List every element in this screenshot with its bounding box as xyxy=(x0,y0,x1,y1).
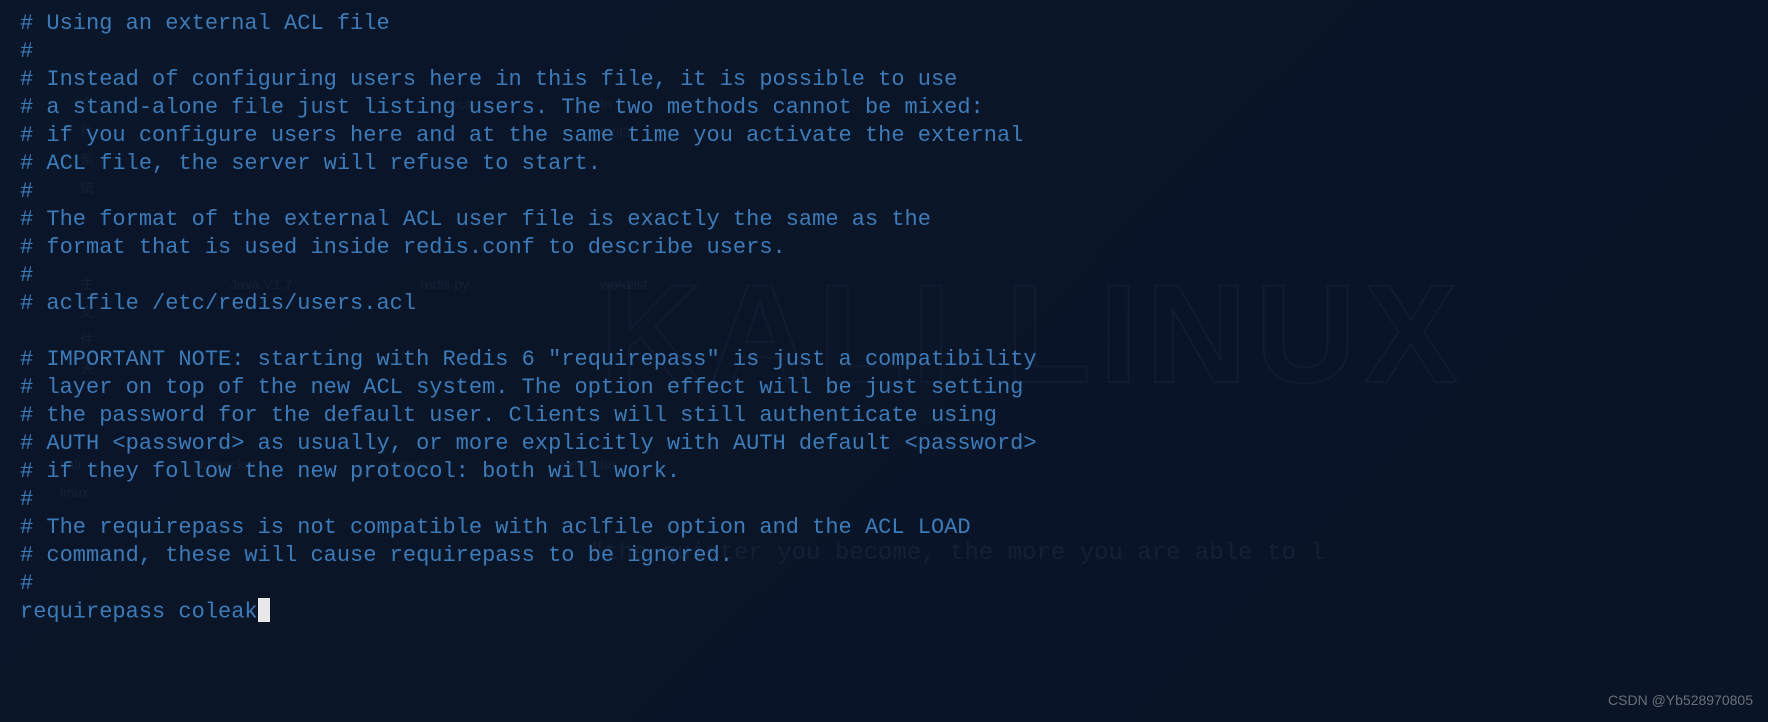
code-line: # xyxy=(20,262,1748,290)
text-cursor xyxy=(258,598,270,622)
code-line: # AUTH <password> as usually, or more ex… xyxy=(20,430,1748,458)
code-line: # layer on top of the new ACL system. Th… xyxy=(20,374,1748,402)
code-line-with-cursor: requirepass coleak xyxy=(20,598,1748,626)
code-line: # if they follow the new protocol: both … xyxy=(20,458,1748,486)
text-editor-viewport[interactable]: # Using an external ACL file # # Instead… xyxy=(0,0,1768,722)
code-line: # The requirepass is not compatible with… xyxy=(20,514,1748,542)
code-line: # Using an external ACL file xyxy=(20,10,1748,38)
code-line: # if you configure users here and at the… xyxy=(20,122,1748,150)
code-line: # ACL file, the server will refuse to st… xyxy=(20,150,1748,178)
code-line: # xyxy=(20,38,1748,66)
blank-line xyxy=(20,318,1748,346)
code-line: # the password for the default user. Cli… xyxy=(20,402,1748,430)
code-line: # command, these will cause requirepass … xyxy=(20,542,1748,570)
code-line: # format that is used inside redis.conf … xyxy=(20,234,1748,262)
code-line: # a stand-alone file just listing users.… xyxy=(20,94,1748,122)
code-line: # xyxy=(20,486,1748,514)
watermark-text: CSDN @Yb528970805 xyxy=(1608,686,1753,714)
code-line: # xyxy=(20,178,1748,206)
code-line: # The format of the external ACL user fi… xyxy=(20,206,1748,234)
code-line: # Instead of configuring users here in t… xyxy=(20,66,1748,94)
code-line: # xyxy=(20,570,1748,598)
code-line: # aclfile /etc/redis/users.acl xyxy=(20,290,1748,318)
code-text: requirepass coleak xyxy=(20,599,258,624)
code-line: # IMPORTANT NOTE: starting with Redis 6 … xyxy=(20,346,1748,374)
